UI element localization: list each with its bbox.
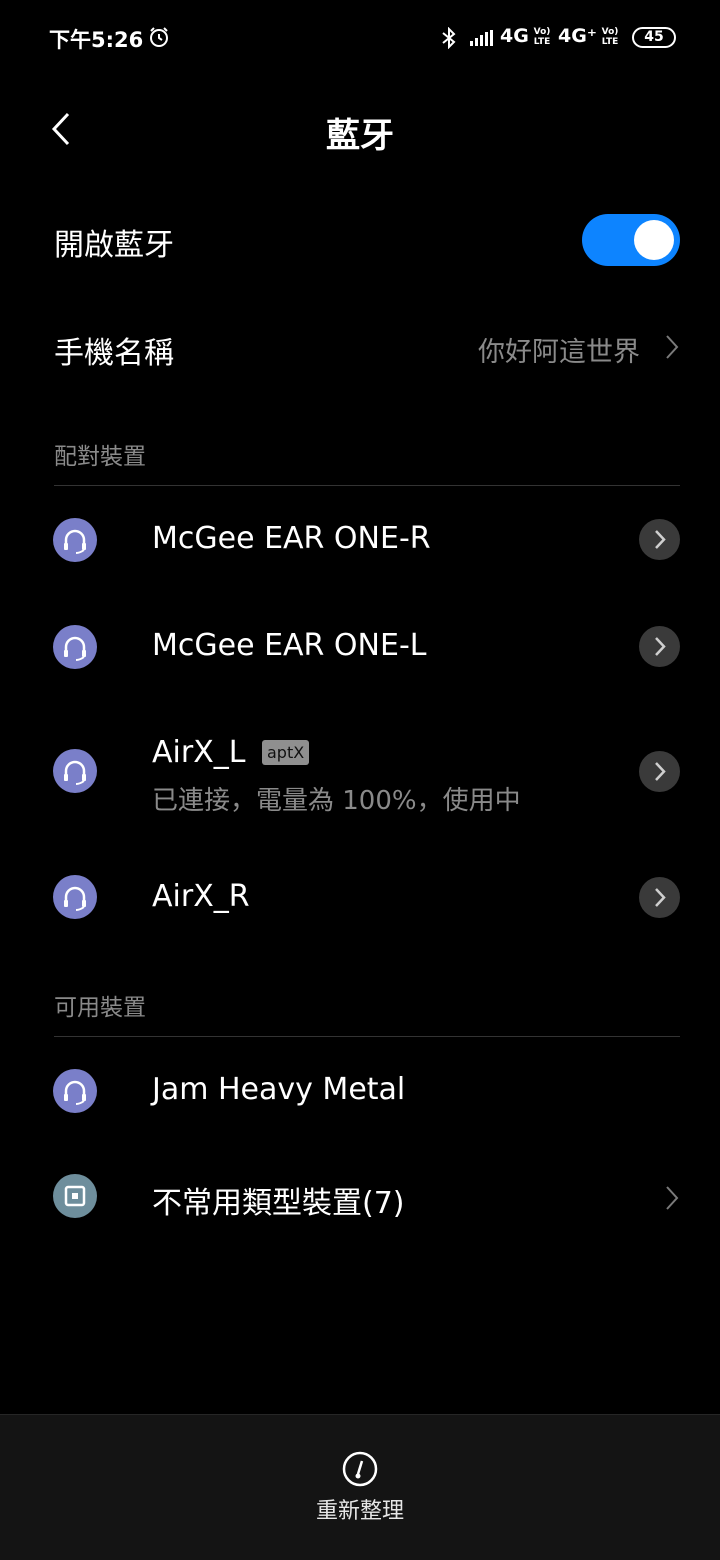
bluetooth-toggle-label: 開啟藍牙 [54,228,174,263]
bottom-action-bar: 重新整理 [0,1414,720,1560]
bluetooth-settings-screen: 下午5:26 4G Vo) LTE 4G⁺ Vo) LTE 45 藍牙 開啟藍牙 手… [0,0,720,1560]
headset-icon [53,625,97,669]
device-details-button[interactable] [639,877,680,918]
codec-badge: aptX [262,740,310,765]
network-type-2: 4G⁺ [558,25,597,47]
chevron-right-icon[interactable] [664,333,680,361]
refresh-icon[interactable] [340,1449,380,1489]
signal-icon [470,30,493,46]
refresh-button-label[interactable]: 重新整理 [0,1493,720,1525]
available-device-name[interactable]: Jam Heavy Metal [152,1072,405,1107]
chevron-right-icon[interactable] [664,1184,680,1212]
paired-device-name[interactable]: McGee EAR ONE-R [152,521,431,556]
headset-icon [53,1069,97,1113]
status-time: 下午5:26 [49,28,144,52]
bluetooth-toggle[interactable] [582,214,680,266]
status-bar: 下午5:26 4G Vo) LTE 4G⁺ Vo) LTE 45 [0,0,720,76]
page-title: 藍牙 [326,116,394,156]
divider [54,485,680,486]
volte-label-2: Vo) LTE [601,27,619,47]
battery-indicator: 45 [632,27,676,48]
headset-icon [53,518,97,562]
device-connection-status: 已連接，電量為 100%，使用中 [152,786,521,816]
uncommon-devices-item[interactable]: 不常用類型裝置(7) [152,1178,405,1222]
paired-device-name[interactable]: AirX_R [152,879,250,914]
headset-icon [53,875,97,919]
device-details-button[interactable] [639,519,680,560]
divider [54,1036,680,1037]
paired-device-name[interactable]: McGee EAR ONE-L [152,628,426,663]
phone-name-label[interactable]: 手機名稱 [54,328,174,372]
device-icon [53,1174,97,1218]
network-type-1: 4G [500,25,529,47]
device-details-button[interactable] [639,751,680,792]
phone-name-value[interactable]: 你好阿這世界 [478,330,640,369]
paired-device-name[interactable]: AirX_L [152,735,245,770]
device-details-button[interactable] [639,626,680,667]
available-devices-title: 可用裝置 [54,995,146,1021]
headset-icon [53,749,97,793]
bluetooth-status-icon [442,27,456,49]
paired-devices-title: 配對裝置 [54,444,146,470]
alarm-icon [150,27,168,47]
toggle-knob [634,220,674,260]
volte-label-1: Vo) LTE [533,27,551,47]
